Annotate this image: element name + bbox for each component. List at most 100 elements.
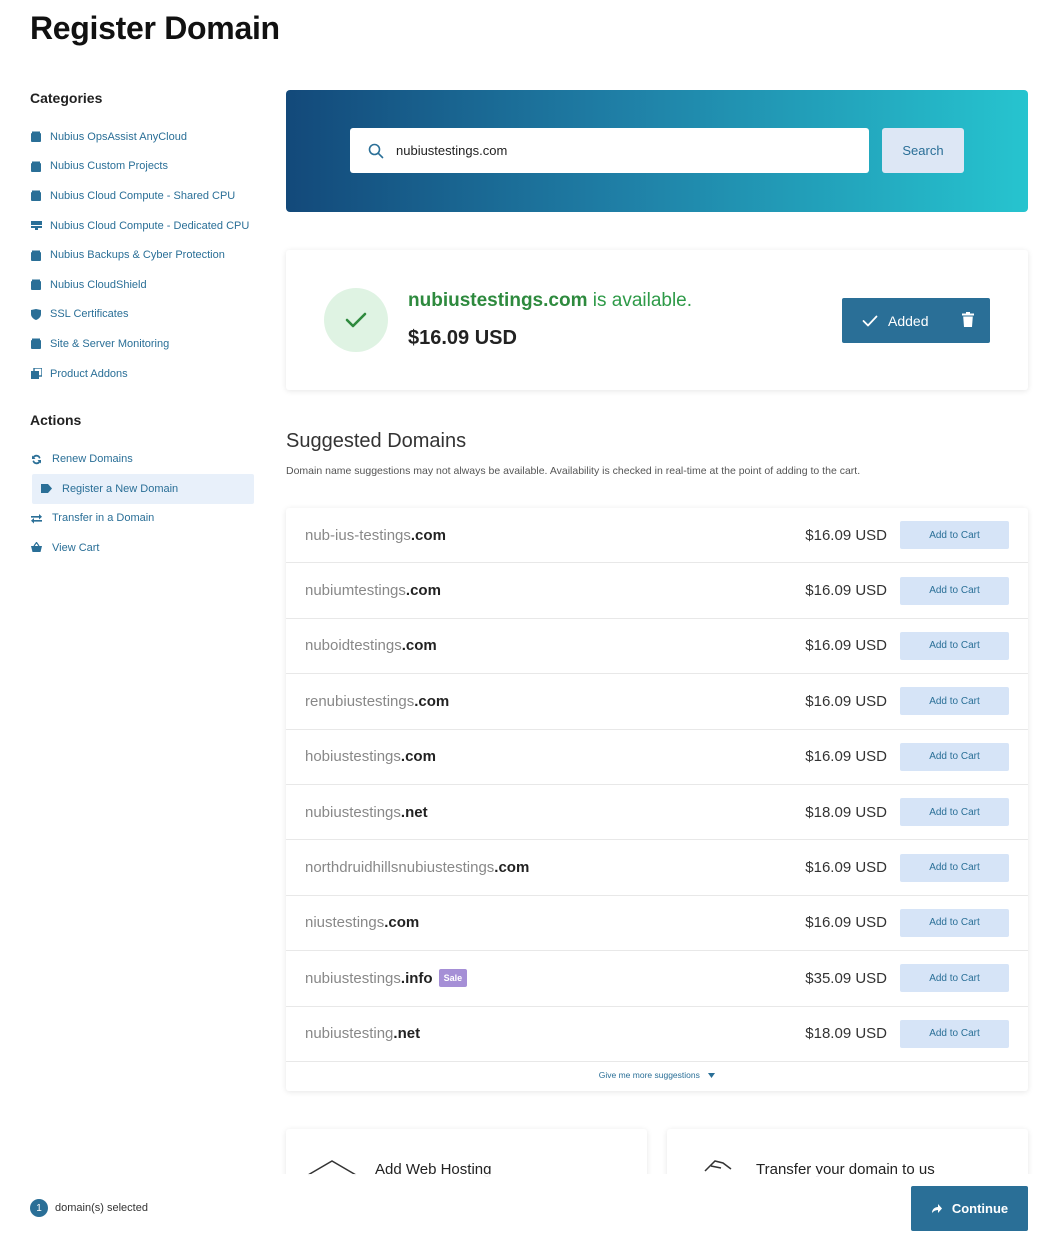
sidebar-category-label: Nubius CloudShield <box>50 278 147 291</box>
sidebar-category-nubius-cloud-compute-dedicated-cpu[interactable]: Nubius Cloud Compute - Dedicated CPU <box>30 211 254 241</box>
suggestion-domain: northdruidhillsnubiustestings .com <box>305 859 529 876</box>
suggestion-price: $16.09 USD <box>805 582 887 600</box>
domain-suggestion-row: nubiustestings .net $18.09 USD Add to Cart <box>286 785 1028 841</box>
search-icon <box>368 143 384 159</box>
box-icon <box>30 190 42 202</box>
suggestion-domain-name: nubiustesting <box>305 1025 394 1043</box>
search-button[interactable]: Search <box>882 128 964 173</box>
availability-message: nubiustestings.com is available. <box>408 290 692 312</box>
domain-suggestion-row: nubiustesting .net $18.09 USD Add to Cart <box>286 1007 1028 1062</box>
sale-badge: Sale <box>438 969 468 988</box>
add-to-cart-button[interactable]: Add to Cart <box>900 687 1009 716</box>
box-icon <box>30 131 42 143</box>
categories-heading: Categories <box>30 90 103 106</box>
sidebar: Categories Nubius OpsAssist AnyCloud Nubi… <box>30 90 254 563</box>
add-to-cart-button[interactable]: Add to Cart <box>900 964 1009 993</box>
suggestion-price: $16.09 USD <box>805 914 887 932</box>
more-suggestions-label: Give me more suggestions <box>598 1070 700 1080</box>
suggestion-domain-name: hobiustestings <box>305 748 401 766</box>
suggestion-domain-tld: .net <box>393 1025 421 1043</box>
suggestion-domain: nubiumtestings .com <box>305 582 441 599</box>
sidebar-action-transfer-in-a-domain[interactable]: Transfer in a Domain <box>30 504 254 534</box>
sync-icon <box>30 453 42 465</box>
sidebar-category-product-addons[interactable]: Product Addons <box>30 359 254 389</box>
suggestion-price: $18.09 USD <box>805 1025 887 1043</box>
page-title: Register Domain <box>30 10 280 46</box>
suggestion-domain: nubiustestings .net <box>305 804 428 821</box>
box-icon <box>30 279 42 291</box>
sidebar-category-nubius-custom-projects[interactable]: Nubius Custom Projects <box>30 152 254 182</box>
sidebar-category-label: Nubius Backups & Cyber Protection <box>50 249 225 262</box>
suggestion-domain-tld: .com <box>414 692 450 710</box>
add-to-cart-button[interactable]: Add to Cart <box>900 631 1009 660</box>
sidebar-action-renew-domains[interactable]: Renew Domains <box>30 444 254 474</box>
sidebar-category-label: Site & Server Monitoring <box>50 337 170 350</box>
domain-suggestion-row: niustestings .com $16.09 USD Add to Cart <box>286 896 1028 952</box>
domain-suggestion-row: nubiumtestings .com $16.09 USD Add to Cart <box>286 563 1028 619</box>
suggestion-price: $16.09 USD <box>805 748 887 766</box>
sidebar-action-register-a-new-domain[interactable]: Register a New Domain <box>32 473 254 504</box>
sidebar-category-ssl-certificates[interactable]: SSL Certificates <box>30 300 254 330</box>
suggestion-domain: nubiustesting .net <box>305 1025 420 1042</box>
cubes-icon <box>30 368 42 380</box>
check-circle-icon <box>324 288 388 352</box>
suggestion-domain-name: nubiustestings <box>305 969 401 987</box>
sidebar-action-label: Transfer in a Domain <box>52 512 155 525</box>
selected-count-label: domain(s) selected <box>55 1202 148 1214</box>
domain-suggestion-row: northdruidhillsnubiustestings .com $16.09 … <box>286 840 1028 896</box>
suggestion-domain-tld: .com <box>401 637 437 655</box>
suggestion-domain-tld: .net <box>400 803 428 821</box>
suggestion-domain-tld: .com <box>384 914 420 932</box>
added-label: Added <box>888 312 929 329</box>
add-to-cart-button[interactable]: Add to Cart <box>900 521 1009 550</box>
add-to-cart-button[interactable]: Add to Cart <box>900 853 1009 882</box>
suggestion-domain: renubiustestings .com <box>305 693 449 710</box>
add-to-cart-button[interactable]: Add to Cart <box>900 798 1009 827</box>
exchange-icon <box>30 512 42 524</box>
tag-icon <box>40 483 52 495</box>
sidebar-action-view-cart[interactable]: View Cart <box>30 533 254 563</box>
trash-icon[interactable] <box>962 312 974 327</box>
suggestion-domain-tld: .com <box>400 748 436 766</box>
suggestion-price: $16.09 USD <box>805 526 887 544</box>
continue-button[interactable]: Continue <box>911 1186 1028 1231</box>
suggestion-domain-name: northdruidhillsnubiustestings <box>305 859 495 877</box>
sidebar-category-nubius-cloudshield[interactable]: Nubius CloudShield <box>30 270 254 300</box>
availability-status: is available. <box>587 290 693 311</box>
sidebar-action-label: Register a New Domain <box>62 482 179 495</box>
actions-heading: Actions <box>30 412 82 429</box>
add-to-cart-button[interactable]: Add to Cart <box>900 576 1009 605</box>
suggestion-price: $16.09 USD <box>805 859 887 877</box>
cart-summary-bar: 1 domain(s) selected Continue <box>0 1174 1059 1244</box>
check-icon <box>862 315 878 327</box>
domain-search-input[interactable] <box>396 143 836 158</box>
domain-suggestion-row: nubiustestings .info Sale $35.09 USD Add to … <box>286 951 1028 1007</box>
sidebar-category-site-server-monitoring[interactable]: Site & Server Monitoring <box>30 329 254 359</box>
add-to-cart-button[interactable]: Add to Cart <box>900 908 1009 937</box>
sidebar-category-nubius-backups-cyber-protection[interactable]: Nubius Backups & Cyber Protection <box>30 240 254 270</box>
suggestion-domain-name: renubiustestings <box>305 692 415 710</box>
domain-suggestion-row: renubiustestings .com $16.09 USD Add to Car… <box>286 674 1028 730</box>
sidebar-category-nubius-opsassist-anycloud[interactable]: Nubius OpsAssist AnyCloud <box>30 122 254 152</box>
suggestion-domain-tld: .com <box>494 859 530 877</box>
suggestion-domain: nubiustestings .info Sale <box>305 969 468 988</box>
suggestion-price: $16.09 USD <box>805 692 887 710</box>
more-suggestions-link[interactable]: Give me more suggestions <box>286 1070 1028 1080</box>
suggestion-domain-name: nubiumtestings <box>305 582 406 600</box>
sidebar-category-nubius-cloud-compute-shared-cpu[interactable]: Nubius Cloud Compute - Shared CPU <box>30 181 254 211</box>
sidebar-action-label: Renew Domains <box>52 453 133 466</box>
added-button[interactable]: Added <box>842 298 990 343</box>
sidebar-category-label: Nubius OpsAssist AnyCloud <box>50 130 187 143</box>
sidebar-category-label: Nubius Custom Projects <box>50 160 168 173</box>
basket-icon <box>30 542 42 554</box>
shield-icon <box>30 308 42 320</box>
add-to-cart-button[interactable]: Add to Cart <box>900 742 1009 771</box>
box-icon <box>30 338 42 350</box>
sidebar-category-label: Nubius Cloud Compute - Shared CPU <box>50 189 236 202</box>
sidebar-category-label: SSL Certificates <box>50 308 129 321</box>
server-icon <box>30 220 42 232</box>
suggestion-domain-name: nuboidtestings <box>305 637 402 655</box>
selected-count-badge: 1 <box>30 1199 48 1217</box>
add-to-cart-button[interactable]: Add to Cart <box>900 1019 1009 1048</box>
suggested-domains-title: Suggested Domains <box>286 430 467 452</box>
